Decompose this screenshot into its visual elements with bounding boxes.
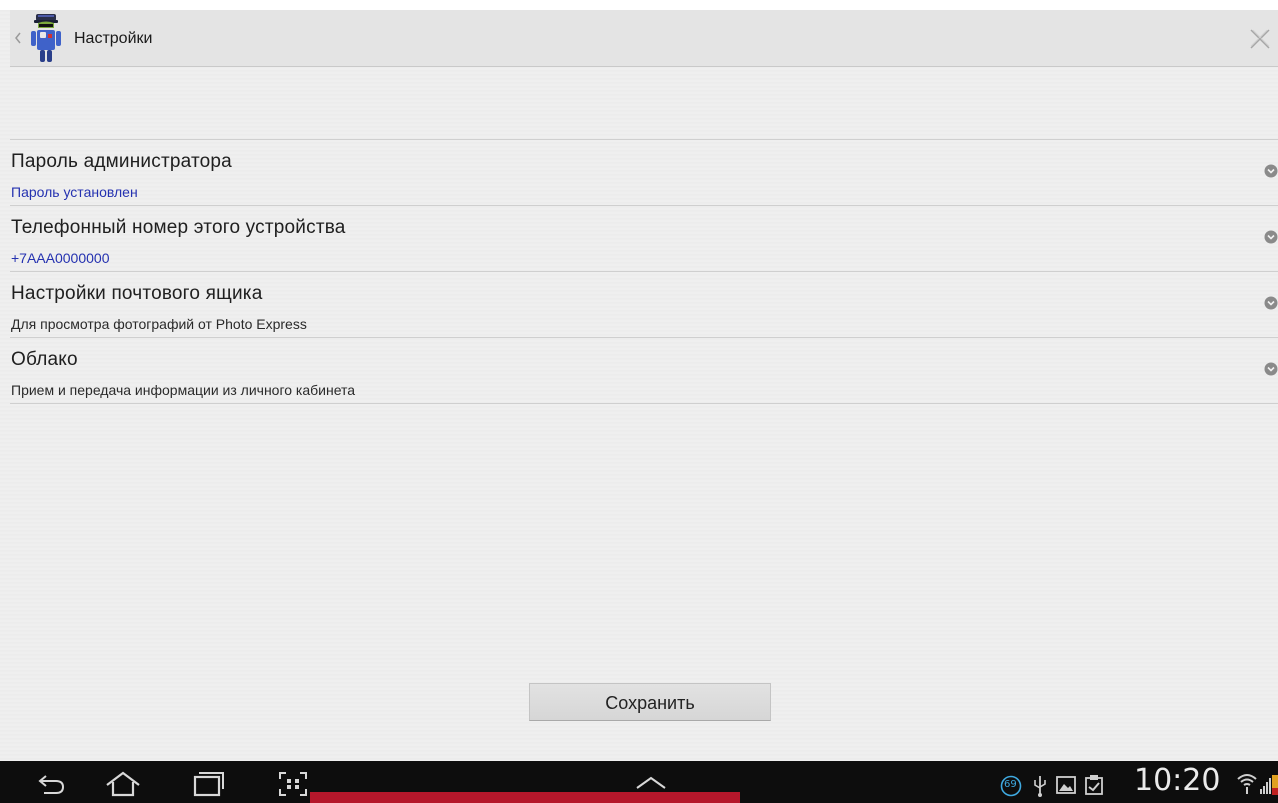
preferences-list: Пароль администратора Пароль установлен … xyxy=(10,139,1278,404)
pref-phone-number[interactable]: Телефонный номер этого устройства +7AAA0… xyxy=(10,206,1278,272)
top-margin xyxy=(0,0,1278,10)
clipboard-icon xyxy=(1085,775,1103,795)
battery-icon xyxy=(1272,775,1278,795)
recent-apps-icon[interactable] xyxy=(192,771,226,797)
notification-count: 69 xyxy=(1004,779,1017,790)
pref-admin-password[interactable]: Пароль администратора Пароль установлен xyxy=(10,140,1278,206)
system-navigation-bar: 69 10:20 xyxy=(0,761,1278,803)
save-button[interactable]: Сохранить xyxy=(529,683,771,721)
usb-icon xyxy=(1034,776,1046,797)
status-clock: 10:20 xyxy=(1134,763,1221,798)
gallery-icon xyxy=(1056,776,1076,794)
home-icon[interactable] xyxy=(104,771,142,797)
app-window: Настройки Пароль администратора Пароль у… xyxy=(0,0,1278,761)
red-overlay-strip xyxy=(310,792,740,803)
pref-summary: +7AAA0000000 xyxy=(11,250,110,266)
pref-title: Пароль администратора xyxy=(11,151,232,172)
pref-cloud[interactable]: Облако Прием и передача информации из ли… xyxy=(10,338,1278,404)
wifi-icon xyxy=(1237,774,1257,794)
chevron-left-icon[interactable] xyxy=(13,30,23,46)
chevron-down-circle-icon xyxy=(1264,230,1278,244)
pref-mailbox-settings[interactable]: Настройки почтового ящика Для просмотра … xyxy=(10,272,1278,338)
close-icon[interactable] xyxy=(1249,28,1271,50)
screenshot-icon[interactable] xyxy=(278,771,308,797)
pref-summary: Прием и передача информации из личного к… xyxy=(11,382,356,398)
page-title: Настройки xyxy=(74,30,153,47)
pref-title: Настройки почтового ящика xyxy=(11,283,263,304)
pref-title: Облако xyxy=(11,349,78,370)
pref-summary: Для просмотра фотографий от Photo Expres… xyxy=(11,316,307,332)
signal-icon xyxy=(1260,778,1271,794)
chevron-down-circle-icon xyxy=(1264,296,1278,310)
chevron-down-circle-icon xyxy=(1264,164,1278,178)
android-robot-icon[interactable] xyxy=(26,12,66,64)
action-bar: Настройки xyxy=(10,10,1278,67)
pref-title: Телефонный номер этого устройства xyxy=(11,217,346,238)
pref-summary: Пароль установлен xyxy=(11,184,138,200)
chevron-down-circle-icon xyxy=(1264,362,1278,376)
back-arrow-icon[interactable] xyxy=(36,773,66,795)
expand-up-icon[interactable] xyxy=(634,775,668,791)
